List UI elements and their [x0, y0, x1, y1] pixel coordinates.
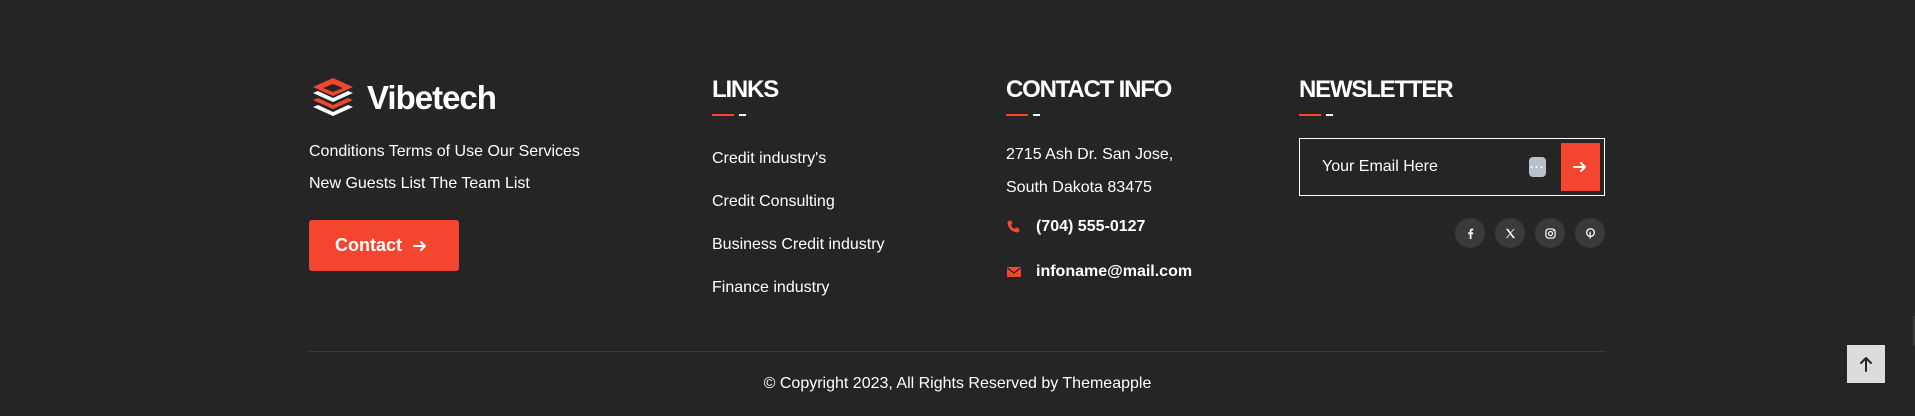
links-list: Credit industry's Credit Consulting Busi…: [712, 137, 952, 309]
brand-column: Vibetech Conditions Terms of Use Our Ser…: [309, 76, 649, 271]
phone-row[interactable]: (704) 555-0127: [1006, 204, 1266, 249]
instagram-link[interactable]: [1535, 218, 1565, 248]
newsletter-submit-button[interactable]: [1560, 143, 1600, 191]
scroll-to-top-button[interactable]: [1847, 345, 1885, 383]
address: 2715 Ash Dr. San Jose, South Dakota 8347…: [1006, 138, 1266, 204]
copyright-text: © Copyright 2023, All Rights Reserved by…: [763, 375, 1152, 392]
heading-underline: [712, 114, 752, 117]
envelope-icon: [1007, 266, 1021, 277]
x-twitter-link[interactable]: [1495, 218, 1525, 248]
brand-description: Conditions Terms of Use Our Services New…: [309, 136, 649, 200]
link-item[interactable]: Credit Consulting: [712, 180, 952, 223]
x-twitter-icon: [1505, 228, 1515, 238]
phone-icon: [1007, 220, 1020, 233]
brand-name: Vibetech: [367, 78, 497, 116]
arrow-up-icon: [1860, 357, 1872, 372]
link-item[interactable]: Finance industry: [712, 266, 952, 309]
link-item[interactable]: Credit industry's: [712, 137, 952, 180]
contact-button-label: Contact: [335, 235, 402, 255]
password-manager-badge[interactable]: ···: [1529, 157, 1546, 177]
footer-divider: [309, 351, 1605, 352]
email-row[interactable]: infoname@mail.com: [1006, 249, 1266, 294]
newsletter-form: ···: [1299, 138, 1605, 196]
brand-line-2: New Guests List The Team List: [309, 175, 530, 192]
brand-line-1: Conditions Terms of Use Our Services: [309, 143, 580, 160]
links-heading: LINKS: [712, 76, 779, 103]
contact-heading: CONTACT INFO: [1006, 76, 1172, 103]
phone-number: (704) 555-0127: [1036, 217, 1146, 235]
facebook-icon: [1467, 228, 1473, 239]
heading-underline: [1006, 114, 1046, 117]
social-links: [1299, 218, 1605, 248]
contact-column: CONTACT INFO 2715 Ash Dr. San Jose, Sout…: [1006, 76, 1266, 294]
layered-stack-logo-icon: [313, 78, 353, 116]
arrow-right-icon: [1573, 162, 1587, 172]
address-line-2: South Dakota 83475: [1006, 179, 1152, 196]
instagram-icon: [1544, 227, 1556, 239]
link-item[interactable]: Business Credit industry: [712, 223, 952, 266]
email-address: infoname@mail.com: [1036, 262, 1193, 280]
newsletter-column: NEWSLETTER ···: [1299, 76, 1605, 248]
address-line-1: 2715 Ash Dr. San Jose,: [1006, 146, 1174, 163]
links-column: LINKS Credit industry's Credit Consultin…: [712, 76, 952, 309]
newsletter-email-input[interactable]: [1300, 139, 1529, 195]
newsletter-heading: NEWSLETTER: [1299, 76, 1454, 103]
facebook-link[interactable]: [1455, 218, 1485, 248]
contact-button[interactable]: Contact: [309, 220, 459, 271]
pinterest-icon: [1585, 227, 1595, 239]
arrow-right-icon: [413, 240, 426, 251]
pinterest-link[interactable]: [1575, 218, 1605, 248]
logo[interactable]: Vibetech: [309, 76, 649, 118]
heading-underline: [1299, 114, 1339, 117]
site-footer: Vibetech Conditions Terms of Use Our Ser…: [0, 0, 1915, 416]
